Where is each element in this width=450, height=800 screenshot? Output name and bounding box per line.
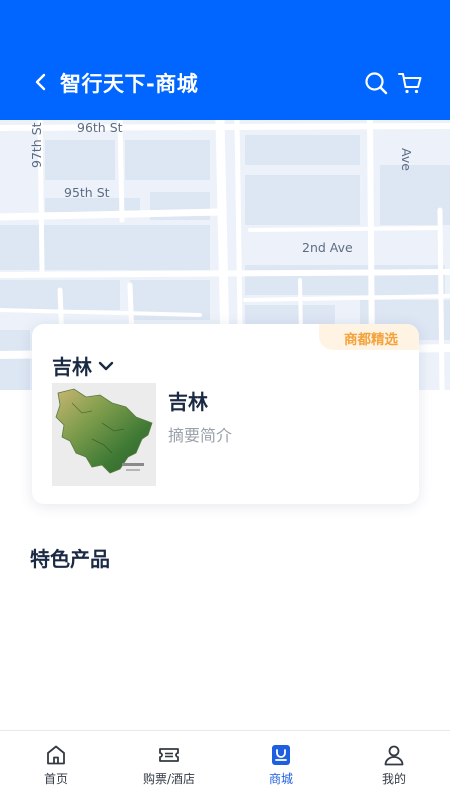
tab-profile-label: 我的	[381, 772, 406, 786]
product-image[interactable]	[52, 383, 156, 486]
street-label: 2nd Ave	[302, 240, 353, 255]
tab-profile[interactable]: 我的	[338, 731, 450, 800]
tab-home[interactable]: 首页	[0, 731, 112, 800]
featured-badge: 商都精选	[319, 324, 419, 350]
product-name[interactable]: 吉林	[168, 386, 208, 415]
featured-products-heading: 特色产品	[30, 547, 110, 571]
street-label: 95th St	[64, 185, 110, 200]
street-label: 96th St	[77, 120, 123, 135]
bottom-tabbar: 首页 购票/酒店 商城 我的	[0, 730, 450, 800]
region-card: 商都精选 吉林 吉林 摘要简介	[32, 324, 419, 504]
tab-tickets-hotels-label: 购票/酒店	[142, 772, 196, 786]
shop-bag-icon	[272, 745, 290, 765]
cart-icon[interactable]	[397, 70, 423, 96]
chevron-left-icon[interactable]	[30, 70, 52, 94]
home-icon	[47, 745, 65, 765]
tab-home-label: 首页	[43, 772, 68, 786]
user-icon	[384, 745, 404, 766]
chevron-down-icon	[98, 361, 114, 370]
product-summary: 摘要简介	[168, 426, 233, 445]
featured-badge-label: 商都精选	[344, 332, 398, 348]
ticket-icon	[159, 748, 179, 762]
app-header: 智行天下-商城	[0, 0, 450, 120]
tab-shop[interactable]: 商城	[225, 731, 337, 800]
tab-tickets-hotels[interactable]: 购票/酒店	[113, 731, 225, 800]
region-label: 吉林	[52, 355, 92, 379]
page-title: 智行天下-商城	[60, 72, 199, 96]
region-selector[interactable]: 吉林	[52, 351, 114, 380]
street-label: 97th St	[29, 122, 44, 168]
street-label: Ave	[399, 148, 414, 171]
search-icon[interactable]	[363, 70, 389, 96]
tab-shop-label: 商城	[268, 772, 293, 786]
